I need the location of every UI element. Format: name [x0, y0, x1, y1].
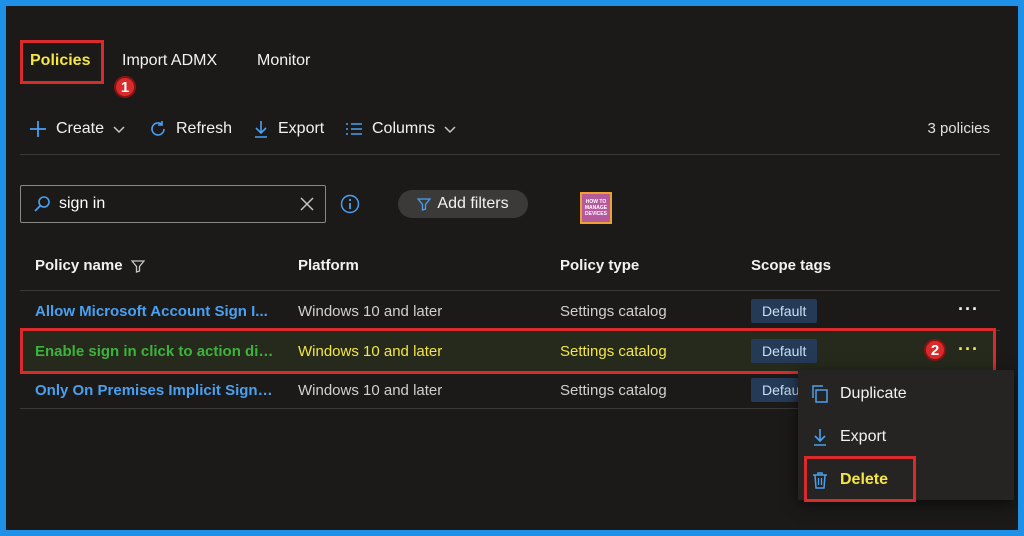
tab-monitor[interactable]: Monitor: [257, 52, 310, 70]
platform-cell: Windows 10 and later: [298, 303, 443, 320]
search-input[interactable]: [59, 195, 279, 213]
menu-item-duplicate[interactable]: Duplicate: [810, 384, 907, 404]
download-icon: [814, 429, 826, 446]
policy-count: 3 policies: [927, 120, 990, 137]
annotation-badge-1: 1: [114, 76, 136, 98]
tab-import-admx[interactable]: Import ADMX: [122, 52, 217, 70]
policy-name-link[interactable]: Only On Premises Implicit Sign i...: [35, 382, 275, 399]
refresh-button[interactable]: Refresh: [148, 118, 232, 140]
header-divider: [20, 290, 1000, 291]
plus-icon: [30, 121, 46, 137]
create-label: Create: [56, 120, 105, 137]
toolbar-divider: [20, 154, 1000, 155]
scope-tag-badge: Default: [751, 299, 818, 323]
annotation-box-policies: [20, 40, 104, 84]
export-button[interactable]: Export: [252, 118, 324, 140]
clear-search-icon[interactable]: [299, 196, 315, 212]
row-more-button[interactable]: ···: [958, 299, 979, 320]
copy-icon: [812, 385, 828, 403]
columns-label: Columns: [372, 120, 436, 137]
refresh-icon: [151, 121, 165, 136]
annotation-box-row: [20, 328, 996, 374]
duplicate-label: Duplicate: [840, 385, 907, 402]
search-icon: [34, 196, 50, 212]
site-logo: HOW TO MANAGE DEVICES: [580, 192, 612, 224]
columns-button[interactable]: Columns: [344, 118, 457, 140]
annotation-box-delete: [804, 456, 916, 502]
columns-icon: [346, 123, 362, 135]
column-header-policy-type[interactable]: Policy type: [560, 257, 639, 274]
download-icon: [255, 121, 267, 138]
filter-icon: [417, 198, 432, 211]
export-label: Export: [278, 120, 325, 137]
add-filters-label: Add filters: [437, 195, 509, 212]
chevron-down-icon: [113, 126, 125, 134]
export-label: Export: [840, 428, 887, 445]
add-filters-button[interactable]: Add filters: [398, 190, 528, 218]
policy-type-cell: Settings catalog: [560, 382, 667, 399]
policy-name-link[interactable]: Allow Microsoft Account Sign I...: [35, 303, 275, 320]
platform-cell: Windows 10 and later: [298, 382, 443, 399]
policy-type-cell: Settings catalog: [560, 303, 667, 320]
info-icon[interactable]: [340, 194, 360, 214]
menu-item-export[interactable]: Export: [810, 427, 886, 447]
app-frame: Policies Import ADMX Monitor 1 Create Re…: [6, 6, 1018, 530]
column-header-policy-name[interactable]: Policy name: [35, 257, 145, 274]
chevron-down-icon: [444, 126, 456, 134]
column-header-platform[interactable]: Platform: [298, 257, 359, 274]
search-box[interactable]: [20, 185, 326, 223]
filter-icon: [130, 259, 145, 273]
refresh-label: Refresh: [176, 120, 233, 137]
column-header-scope-tags[interactable]: Scope tags: [751, 257, 831, 274]
create-button[interactable]: Create: [28, 118, 126, 140]
